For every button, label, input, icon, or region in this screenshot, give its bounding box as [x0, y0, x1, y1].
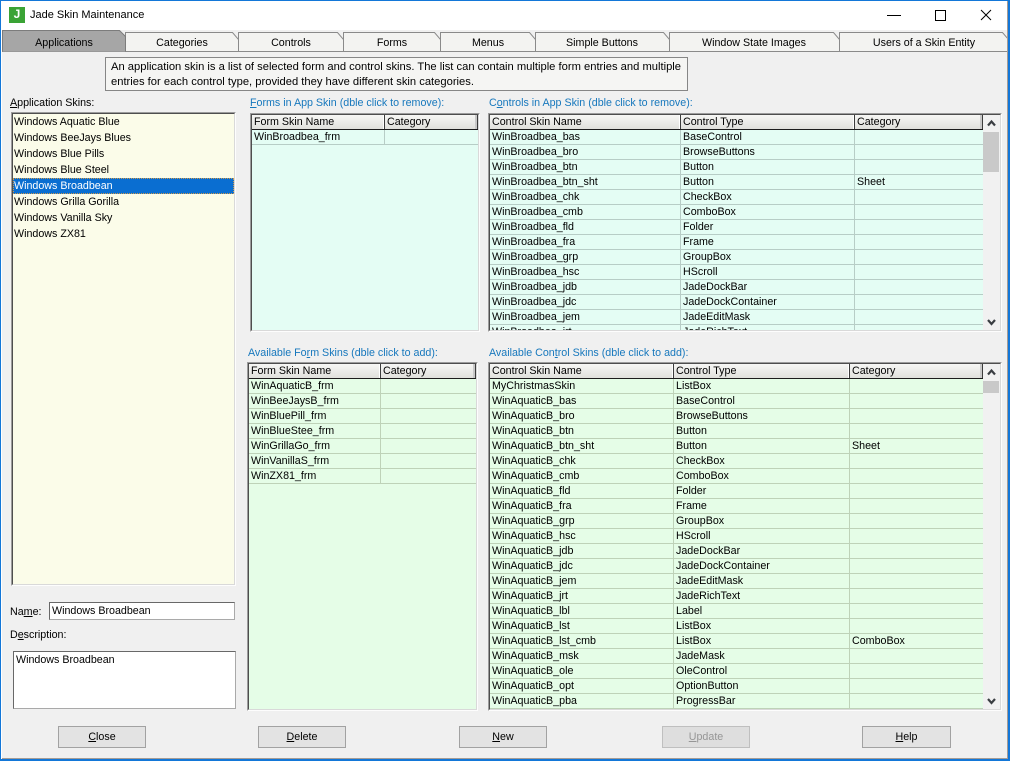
svg-text:Menus: Menus — [472, 37, 504, 49]
svg-text:Categories: Categories — [156, 37, 208, 49]
svg-text:Simple Buttons: Simple Buttons — [566, 37, 638, 49]
svg-text:Window State Images: Window State Images — [702, 37, 806, 49]
svg-text:Users of a Skin Entity: Users of a Skin Entity — [873, 37, 976, 49]
svg-text:Controls: Controls — [271, 37, 311, 49]
svg-text:Forms: Forms — [377, 37, 407, 49]
svg-text:Applications: Applications — [35, 37, 93, 49]
